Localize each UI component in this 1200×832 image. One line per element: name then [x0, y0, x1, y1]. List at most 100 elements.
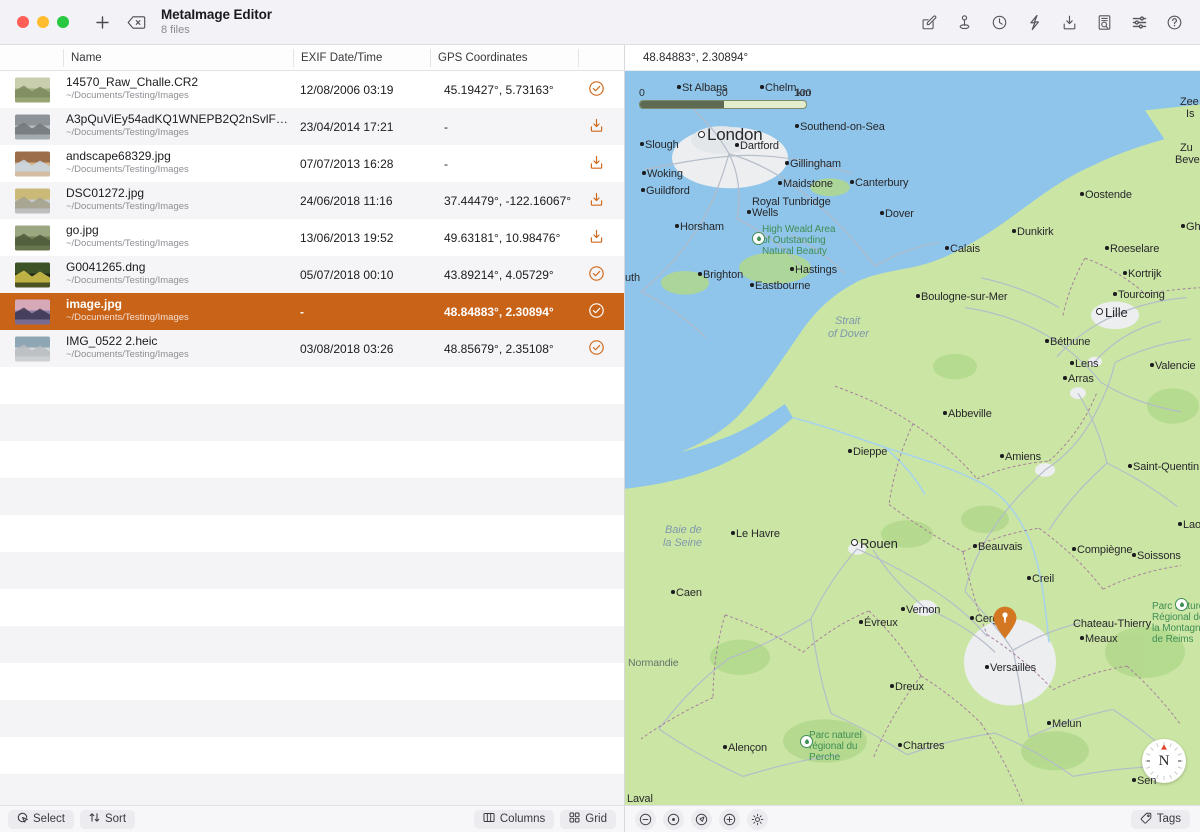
table-row[interactable]: go.jpg~/Documents/Testing/Images13/06/20… [0, 219, 624, 256]
map-label: Chateau-Thierry [1073, 618, 1151, 630]
file-path: ~/Documents/Testing/Images [66, 201, 288, 212]
map-city-dot [642, 171, 646, 175]
locate-button[interactable] [691, 809, 712, 830]
map-label: Boulogne-sur-Mer [921, 291, 1007, 303]
columns-button[interactable]: Columns [474, 810, 554, 829]
column-divider[interactable] [578, 49, 579, 67]
check-circle-icon[interactable] [588, 339, 608, 359]
check-circle-icon[interactable] [588, 302, 608, 322]
map-label: Melun [1052, 718, 1081, 730]
table-row[interactable]: IMG_0522 2.heic~/Documents/Testing/Image… [0, 330, 624, 367]
map-city-dot [731, 531, 735, 535]
map-label: Hastings [795, 264, 837, 276]
list-footer-toolbar: Select Sort Columns [0, 805, 624, 832]
map-city-dot [1012, 229, 1016, 233]
exif-date-cell: - [300, 305, 304, 319]
empty-row [0, 367, 624, 404]
table-row[interactable]: andscape68329.jpg~/Documents/Testing/Ima… [0, 145, 624, 182]
map-location-pin[interactable] [993, 606, 1018, 639]
clear-list-button[interactable] [121, 7, 151, 37]
main-content: Name EXIF Date/Time GPS Coordinates 1457… [0, 45, 1200, 832]
map-city-dot [1045, 339, 1049, 343]
file-list-panel: Name EXIF Date/Time GPS Coordinates 1457… [0, 45, 625, 832]
map-city-dot [1128, 464, 1132, 468]
map-city-dot [943, 411, 947, 415]
file-thumbnail [15, 299, 50, 324]
map-label: Perche [809, 752, 840, 764]
import-arrow-icon[interactable] [588, 191, 608, 211]
map-canvas[interactable]: 0 50 100 km [625, 71, 1200, 805]
select-label: Select [33, 813, 65, 825]
map-label: Woking [647, 168, 683, 180]
file-name: G0041265.dng [66, 260, 288, 274]
map-city-dot [747, 210, 751, 214]
exif-date-cell: 23/04/2014 17:21 [300, 120, 393, 134]
clock-icon[interactable] [983, 7, 1015, 37]
location-pin-icon[interactable] [948, 7, 980, 37]
empty-row [0, 626, 624, 663]
map-label: Chartres [903, 740, 944, 752]
map-city-dot [1027, 576, 1031, 580]
import-arrow-icon[interactable] [588, 228, 608, 248]
empty-row [0, 700, 624, 737]
map-label: Le Havre [736, 528, 780, 540]
map-label: régional du [809, 741, 857, 753]
bolt-icon[interactable] [1018, 7, 1050, 37]
map-label: Natural Beauty [762, 246, 827, 258]
columns-label: Columns [500, 813, 545, 825]
gps-coordinates-cell: 49.63181°, 10.98476° [444, 231, 560, 245]
help-icon[interactable] [1158, 7, 1190, 37]
check-circle-icon[interactable] [588, 265, 608, 285]
column-divider[interactable] [430, 49, 431, 67]
add-files-button[interactable] [87, 7, 117, 37]
check-circle-icon[interactable] [588, 80, 608, 100]
edit-icon[interactable] [913, 7, 945, 37]
map-city-dot [1181, 224, 1185, 228]
map-label: Compiègne [1077, 544, 1132, 556]
map-label: Horsham [680, 221, 724, 233]
empty-row [0, 404, 624, 441]
column-header-date[interactable]: EXIF Date/Time [301, 45, 382, 71]
file-name-cell: 14570_Raw_Challe.CR2~/Documents/Testing/… [66, 75, 288, 101]
map-city-dot [723, 745, 727, 749]
map-settings-button[interactable] [747, 809, 768, 830]
table-row[interactable]: G0041265.dng~/Documents/Testing/Images05… [0, 256, 624, 293]
zoom-in-button[interactable] [663, 809, 684, 830]
sort-label: Sort [105, 813, 126, 825]
zoom-out-button[interactable] [635, 809, 656, 830]
file-rows[interactable]: 14570_Raw_Challe.CR2~/Documents/Testing/… [0, 71, 624, 805]
export-icon[interactable] [1053, 7, 1085, 37]
column-header-gps[interactable]: GPS Coordinates [438, 45, 528, 71]
tags-button[interactable]: Tags [1131, 810, 1190, 829]
sort-button[interactable]: Sort [80, 810, 135, 829]
map-label: Slough [645, 139, 679, 151]
add-pin-button[interactable] [719, 809, 740, 830]
table-row[interactable]: DSC01272.jpg~/Documents/Testing/Images24… [0, 182, 624, 219]
table-row[interactable]: image.jpg~/Documents/Testing/Images-48.8… [0, 293, 624, 330]
zoom-button[interactable] [57, 16, 69, 28]
column-header-name[interactable]: Name [71, 45, 102, 71]
list-settings-icon[interactable] [1123, 7, 1155, 37]
map-label: High Weald Area [762, 224, 835, 236]
import-arrow-icon[interactable] [588, 154, 608, 174]
inspect-document-icon[interactable] [1088, 7, 1120, 37]
file-name: image.jpg [66, 297, 288, 311]
map-label: Arras [1068, 373, 1094, 385]
select-button[interactable]: Select [8, 810, 74, 829]
title-bar: MetaImage Editor 8 files [0, 0, 1200, 45]
close-button[interactable] [17, 16, 29, 28]
exif-date-cell: 13/06/2013 19:52 [300, 231, 393, 245]
map-city-dot [750, 283, 754, 287]
import-arrow-icon[interactable] [588, 117, 608, 137]
tag-icon [1140, 812, 1152, 827]
map-label: Alençon [728, 742, 767, 754]
grid-view-button[interactable]: Grid [560, 810, 616, 829]
minimize-button[interactable] [37, 16, 49, 28]
empty-row [0, 774, 624, 805]
column-divider[interactable] [63, 49, 64, 67]
map-label: Régional de [1152, 612, 1200, 624]
coordinate-bar: 48.84883°, 2.30894° [625, 45, 1200, 71]
table-row[interactable]: A3pQuViEy54adKQ1WNEPB2Q2nSvlF…~/Document… [0, 108, 624, 145]
table-row[interactable]: 14570_Raw_Challe.CR2~/Documents/Testing/… [0, 71, 624, 108]
column-divider[interactable] [293, 49, 294, 67]
